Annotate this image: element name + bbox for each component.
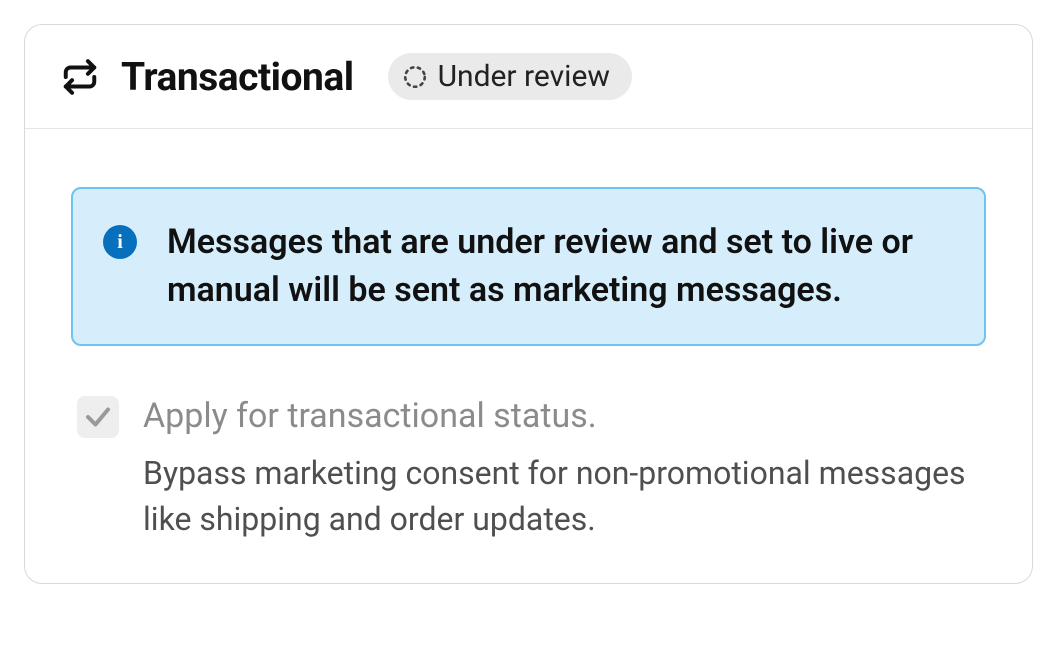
status-badge: Under review — [388, 53, 632, 100]
info-callout: i Messages that are under review and set… — [71, 187, 986, 346]
dotted-circle-icon — [402, 64, 428, 90]
card-title: Transactional — [121, 54, 354, 100]
transactional-icon — [61, 58, 99, 96]
card-body: i Messages that are under review and set… — [25, 129, 1032, 583]
status-badge-label: Under review — [438, 59, 610, 94]
checkbox-content: Apply for transactional status. Bypass m… — [143, 394, 980, 543]
apply-transactional-label: Apply for transactional status. — [143, 394, 980, 440]
info-callout-text: Messages that are under review and set t… — [167, 219, 944, 314]
card-header: Transactional Under review — [25, 25, 1032, 129]
apply-transactional-description: Bypass marketing consent for non-promoti… — [143, 450, 980, 543]
transactional-card: Transactional Under review i Messages th… — [24, 24, 1033, 584]
apply-transactional-row: Apply for transactional status. Bypass m… — [71, 394, 986, 543]
info-icon: i — [103, 225, 137, 259]
apply-transactional-checkbox — [77, 396, 119, 438]
